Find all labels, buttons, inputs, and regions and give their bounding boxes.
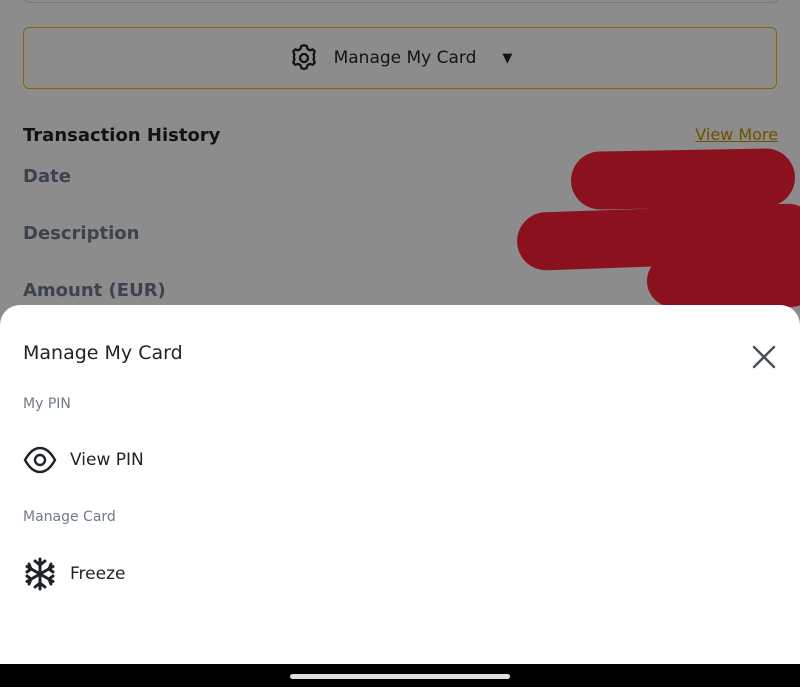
snowflake-icon <box>23 557 57 591</box>
section-label-manage-card: Manage Card <box>23 509 116 525</box>
manage-card-sheet: Manage My Card My PIN View PIN Manage Ca… <box>0 305 800 664</box>
view-pin-label: View PIN <box>70 450 144 470</box>
freeze-item[interactable]: Freeze <box>23 554 125 594</box>
system-navigation-bar <box>0 664 800 687</box>
home-indicator[interactable] <box>290 674 510 679</box>
sheet-title: Manage My Card <box>23 342 183 364</box>
section-label-my-pin: My PIN <box>23 396 71 412</box>
eye-icon <box>23 443 57 477</box>
close-icon[interactable] <box>748 341 780 373</box>
card-details-screen: Manage My Card ▼ Transaction History Vie… <box>0 0 800 664</box>
view-pin-item[interactable]: View PIN <box>23 440 144 480</box>
freeze-label: Freeze <box>70 564 126 584</box>
